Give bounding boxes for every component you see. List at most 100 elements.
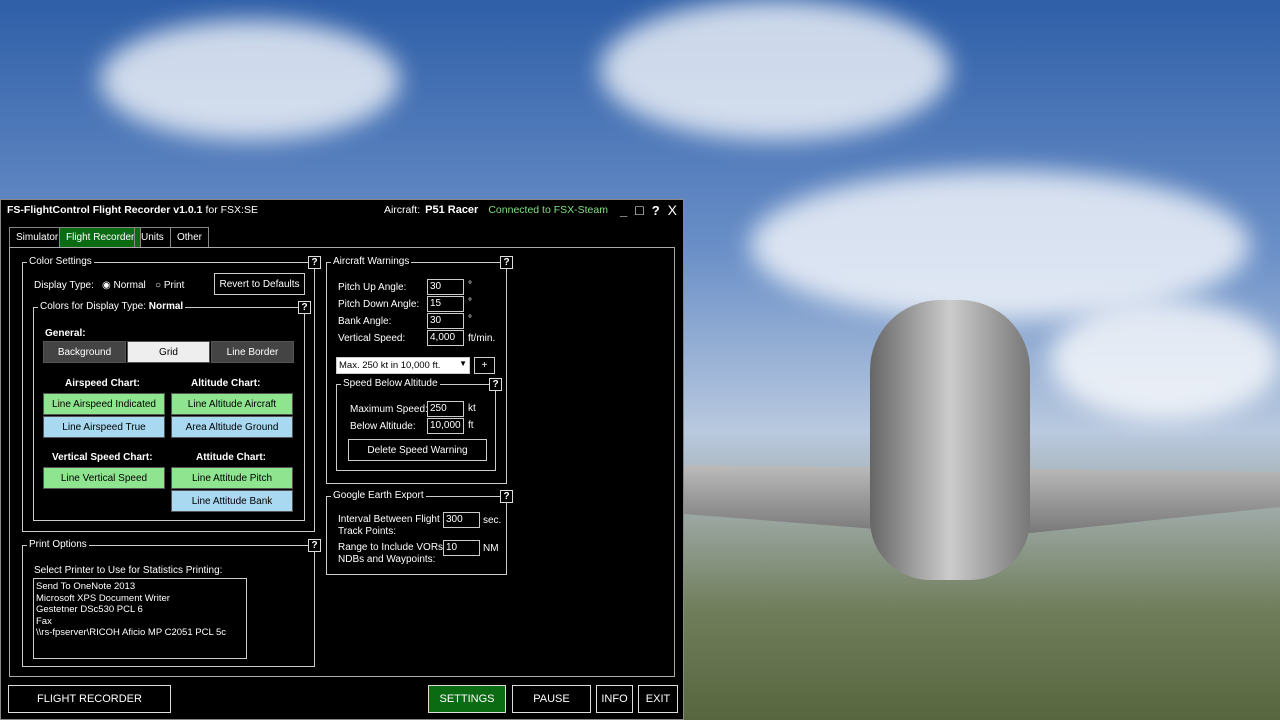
app-title-suffix: for FSX:SE — [205, 204, 258, 216]
help-icon[interactable]: ? — [308, 539, 321, 552]
grid-color-button[interactable]: Grid — [127, 341, 210, 363]
chevron-down-icon: ▼ — [459, 359, 467, 368]
line-attitude-bank-button[interactable]: Line Attitude Bank — [171, 490, 293, 512]
max-speed-label: Maximum Speed: — [350, 404, 428, 415]
radio-label: Print — [163, 280, 185, 291]
bank-label: Bank Angle: — [338, 316, 392, 327]
delete-speed-warning-button[interactable]: Delete Speed Warning — [348, 439, 487, 461]
bank-input[interactable]: 30 — [427, 313, 464, 329]
aircraft-name: P51 Racer — [425, 204, 479, 216]
group-title: Colors for Display Type: Normal — [38, 301, 186, 312]
help-icon[interactable]: ? — [500, 256, 513, 269]
flight-recorder-mode-label: FLIGHT RECORDER — [8, 685, 171, 713]
cloud — [750, 170, 1250, 320]
printer-item[interactable]: Microsoft XPS Document Writer — [36, 593, 244, 605]
line-airspeed-indicated-button[interactable]: Line Airspeed Indicated — [43, 393, 165, 415]
cloud — [1050, 300, 1280, 420]
radio-label: Normal — [113, 280, 146, 291]
group-title: Google Earth Export — [331, 490, 426, 501]
app-title: FS-FlightControl Flight Recorder v1.0.1 — [7, 204, 203, 216]
vs-label: Vertical Speed: — [338, 333, 406, 344]
nm-unit: NM — [483, 543, 499, 554]
printer-item[interactable]: Gestetner DSc530 PCL 6 — [36, 604, 244, 616]
printer-item[interactable]: Send To OneNote 2013 — [36, 581, 244, 593]
pitch-up-input[interactable]: 30 — [427, 279, 464, 295]
line-airspeed-true-button[interactable]: Line Airspeed True — [43, 416, 165, 438]
general-heading: General: — [45, 328, 86, 339]
connection-status: Connected to FSX-Steam — [488, 204, 608, 216]
radio-normal[interactable]: ◉ Normal — [102, 280, 146, 291]
pitch-down-label: Pitch Down Angle: — [338, 299, 420, 310]
below-altitude-input[interactable]: 10,000 — [427, 418, 464, 434]
group-title: Aircraft Warnings — [331, 256, 412, 267]
speed-below-altitude-group: Speed Below Altitude ? Maximum Speed: 25… — [336, 378, 502, 471]
vs-chart-heading: Vertical Speed Chart: — [52, 452, 153, 463]
help-icon[interactable]: ? — [489, 378, 502, 391]
colors-for-display-group: Colors for Display Type: Normal ? Genera… — [33, 301, 311, 521]
tab-units[interactable]: Units — [134, 227, 171, 247]
pitch-down-input[interactable]: 15 — [427, 296, 464, 312]
select-value: Max. 250 kt in 10,000 ft. — [339, 360, 441, 371]
cloud — [600, 0, 950, 140]
print-options-group: Print Options ? Select Printer to Use fo… — [22, 539, 321, 667]
altitude-chart-heading: Altitude Chart: — [191, 378, 261, 389]
colors-for-label: Colors for Display Type: — [40, 301, 146, 312]
info-button[interactable]: INFO — [596, 685, 633, 713]
degree-unit: ° — [468, 297, 472, 308]
help-button[interactable]: ? — [652, 203, 660, 218]
colors-for-value: Normal — [148, 301, 184, 312]
tab-flight-recorder[interactable]: Flight Recorder — [59, 227, 142, 247]
speed-warning-select[interactable]: Max. 250 kt in 10,000 ft. ▼ — [336, 357, 470, 374]
group-title: Speed Below Altitude — [341, 378, 440, 389]
vs-unit: ft/min. — [468, 333, 496, 344]
tab-simulator[interactable]: Simulator — [9, 227, 66, 247]
title-bar[interactable]: FS-FlightControl Flight Recorder v1.0.1 … — [1, 200, 683, 220]
vs-input[interactable]: 4,000 — [427, 330, 464, 346]
sec-unit: sec. — [483, 515, 502, 526]
tab-other[interactable]: Other — [170, 227, 210, 247]
display-type-label: Display Type: — [34, 280, 94, 291]
help-icon[interactable]: ? — [308, 256, 321, 269]
interval-input[interactable]: 300 — [443, 512, 480, 528]
aircraft-label: Aircraft: — [383, 204, 421, 216]
below-altitude-label: Below Altitude: — [350, 421, 416, 432]
airspeed-chart-heading: Airspeed Chart: — [65, 378, 141, 389]
kt-unit: kt — [468, 403, 476, 414]
range-input[interactable]: 10 — [443, 540, 480, 556]
revert-defaults-button[interactable]: Revert to Defaults — [214, 273, 305, 295]
settings-button[interactable]: SETTINGS — [428, 685, 506, 713]
degree-unit: ° — [468, 314, 472, 325]
ft-unit: ft — [468, 420, 474, 431]
group-title: Print Options — [27, 539, 89, 550]
attitude-chart-heading: Attitude Chart: — [196, 452, 266, 463]
degree-unit: ° — [468, 280, 472, 291]
background-color-button[interactable]: Background — [43, 341, 126, 363]
line-border-color-button[interactable]: Line Border — [211, 341, 294, 363]
aircraft-fuselage — [870, 300, 1030, 580]
minimize-button[interactable]: _ — [620, 203, 627, 218]
add-speed-warning-button[interactable]: + — [474, 357, 495, 374]
pitch-up-label: Pitch Up Angle: — [338, 282, 407, 293]
recorder-window: FS-FlightControl Flight Recorder v1.0.1 … — [0, 199, 684, 720]
help-icon[interactable]: ? — [298, 301, 311, 314]
color-settings-group: Color Settings ? Display Type: ◉ Normal … — [22, 256, 321, 532]
radio-print[interactable]: ○ Print — [155, 280, 184, 291]
interval-label: Interval Between Flight Track Points: — [338, 514, 440, 537]
line-altitude-aircraft-button[interactable]: Line Altitude Aircraft — [171, 393, 293, 415]
printer-item[interactable]: \\rs-fpserver\RICOH Aficio MP C2051 PCL … — [36, 627, 244, 639]
max-speed-input[interactable]: 250 — [427, 401, 464, 417]
pause-button[interactable]: PAUSE — [512, 685, 591, 713]
maximize-button[interactable]: □ — [635, 202, 643, 218]
printer-item[interactable]: Fax — [36, 616, 244, 628]
printer-list[interactable]: Send To OneNote 2013 Microsoft XPS Docum… — [33, 578, 247, 659]
google-earth-export-group: Google Earth Export ? Interval Between F… — [326, 490, 513, 575]
close-button[interactable]: X — [668, 202, 677, 218]
area-altitude-ground-button[interactable]: Area Altitude Ground — [171, 416, 293, 438]
printer-label: Select Printer to Use for Statistics Pri… — [34, 565, 223, 576]
aircraft-warnings-group: Aircraft Warnings ? Pitch Up Angle: 30 °… — [326, 256, 513, 484]
line-attitude-pitch-button[interactable]: Line Attitude Pitch — [171, 467, 293, 489]
exit-button[interactable]: EXIT — [638, 685, 678, 713]
line-vertical-speed-button[interactable]: Line Vertical Speed — [43, 467, 165, 489]
help-icon[interactable]: ? — [500, 490, 513, 503]
range-label: Range to Include VORs, NDBs and Waypoint… — [338, 542, 446, 565]
